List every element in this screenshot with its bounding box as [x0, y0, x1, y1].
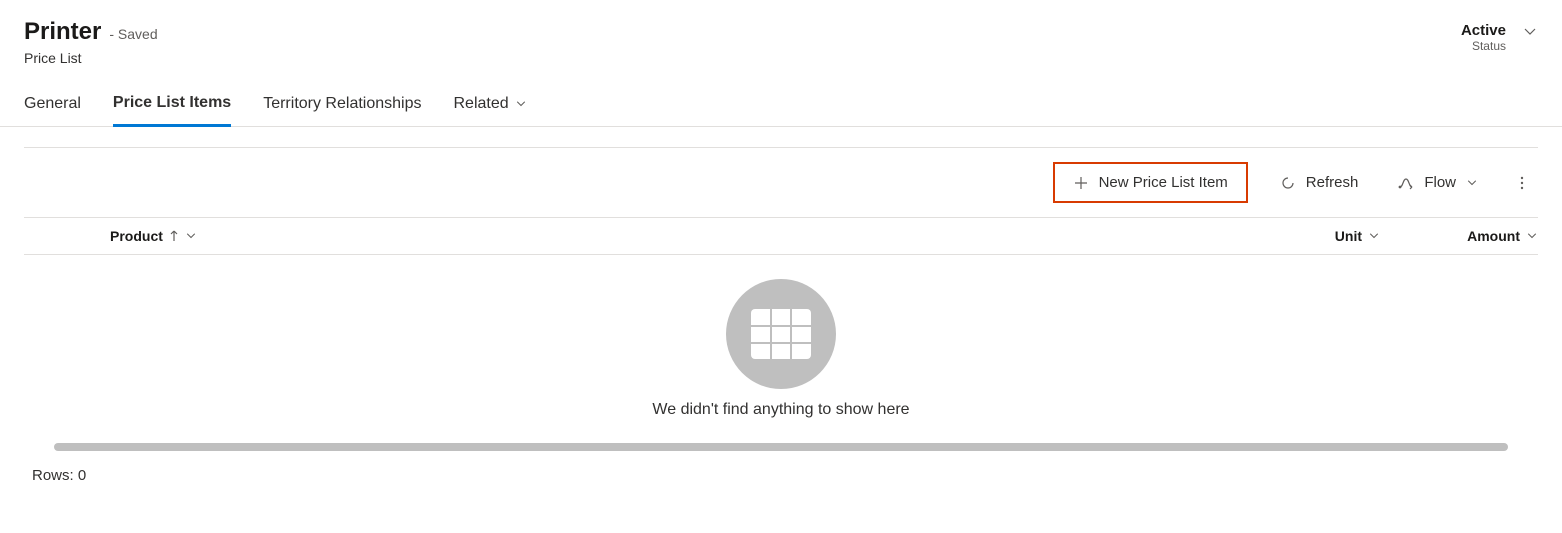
- chevron-down-icon: [515, 98, 527, 110]
- tab-label: General: [24, 95, 81, 113]
- chevron-down-icon[interactable]: [1368, 230, 1380, 242]
- chevron-down-icon: [1466, 177, 1478, 189]
- subgrid-area: New Price List Item Refresh Flow: [0, 127, 1562, 500]
- status-inner: Active Status: [1461, 22, 1506, 53]
- plus-icon: [1073, 175, 1089, 191]
- title-block: Printer - Saved Price List: [24, 18, 158, 66]
- annotation-highlight: New Price List Item: [1053, 162, 1248, 203]
- column-header-amount[interactable]: Amount: [1380, 228, 1538, 244]
- chevron-down-icon[interactable]: [1522, 22, 1538, 40]
- row-count: Rows: 0: [24, 451, 1538, 500]
- sort-ascending-icon: [169, 230, 179, 242]
- chevron-down-icon[interactable]: [1526, 230, 1538, 242]
- refresh-icon: [1280, 175, 1296, 191]
- column-label: Product: [110, 228, 163, 244]
- column-header-unit[interactable]: Unit: [930, 228, 1380, 244]
- tab-related[interactable]: Related: [453, 94, 526, 126]
- column-label: Unit: [1335, 228, 1362, 244]
- empty-state-message: We didn't find anything to show here: [652, 401, 909, 419]
- column-header-product[interactable]: Product: [110, 228, 930, 244]
- chevron-down-icon[interactable]: [185, 230, 197, 242]
- refresh-button[interactable]: Refresh: [1272, 170, 1367, 195]
- empty-state: We didn't find anything to show here: [24, 255, 1538, 431]
- tab-general[interactable]: General: [24, 94, 81, 126]
- more-commands-button[interactable]: [1510, 171, 1534, 195]
- saved-status: - Saved: [109, 26, 157, 42]
- tab-label: Price List Items: [113, 94, 231, 112]
- button-label: Flow: [1424, 174, 1456, 191]
- tab-territory-relationships[interactable]: Territory Relationships: [263, 94, 421, 126]
- flow-icon: [1398, 175, 1414, 191]
- page-title: Printer: [24, 18, 101, 46]
- vertical-ellipsis-icon: [1514, 175, 1530, 191]
- tab-label: Related: [453, 95, 508, 113]
- status-block[interactable]: Active Status: [1461, 18, 1538, 53]
- status-field-label: Status: [1472, 39, 1506, 53]
- title-line: Printer - Saved: [24, 18, 158, 46]
- subgrid-toolbar: New Price List Item Refresh Flow: [24, 148, 1538, 218]
- tab-label: Territory Relationships: [263, 95, 421, 113]
- entity-type-label: Price List: [24, 50, 158, 66]
- new-price-list-item-button[interactable]: New Price List Item: [1065, 170, 1236, 195]
- button-label: Refresh: [1306, 174, 1359, 191]
- tab-price-list-items[interactable]: Price List Items: [113, 94, 231, 127]
- page-header: Printer - Saved Price List Active Status: [0, 0, 1562, 66]
- tabs-bar: General Price List Items Territory Relat…: [0, 66, 1562, 127]
- horizontal-scrollbar[interactable]: [54, 443, 1508, 451]
- price-list-items-subgrid: New Price List Item Refresh Flow: [24, 147, 1538, 500]
- status-value: Active: [1461, 22, 1506, 39]
- column-label: Amount: [1467, 228, 1520, 244]
- button-label: New Price List Item: [1099, 174, 1228, 191]
- flow-button[interactable]: Flow: [1390, 170, 1486, 195]
- empty-grid-icon: [726, 279, 836, 389]
- column-header-row: Product Unit Amount: [24, 218, 1538, 255]
